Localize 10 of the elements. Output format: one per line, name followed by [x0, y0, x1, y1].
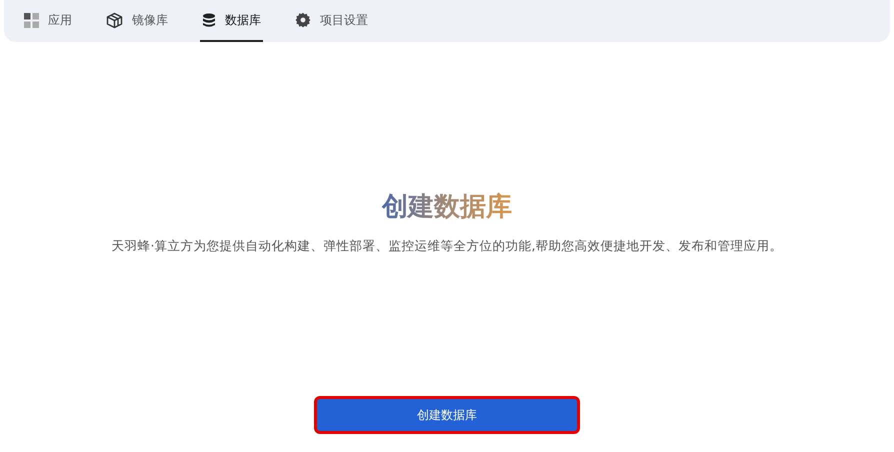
settings-icon [295, 12, 311, 28]
database-icon [202, 12, 216, 28]
tab[interactable]: 项目设置 [293, 0, 370, 42]
grid-icon [24, 12, 39, 28]
tab[interactable]: 数据库 [200, 0, 263, 42]
tab[interactable]: 应用 [22, 0, 74, 42]
cube-icon [106, 12, 123, 28]
create-database-button[interactable]: 创建数据库 [314, 396, 580, 434]
tab[interactable]: 镜像库 [104, 0, 170, 42]
description: 天羽蜂·算立方为您提供自动化构建、弹性部署、监控运维等全方位的功能,帮助您高效便捷地开发、发布和管理应用。 [112, 238, 782, 255]
